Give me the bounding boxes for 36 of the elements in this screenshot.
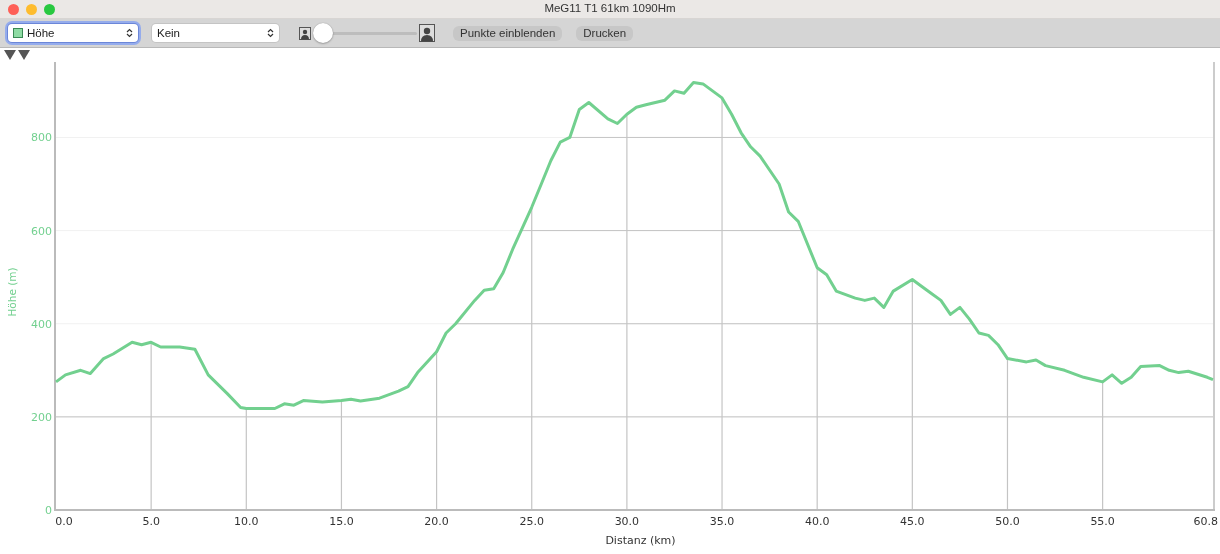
x-tick-label: 40.0	[804, 515, 830, 528]
window-title: MeG11 T1 61km 1090Hm	[544, 2, 676, 14]
triangle-marker-icon[interactable]	[18, 50, 30, 60]
x-tick-label: 35.0	[709, 515, 735, 528]
x-tick-label: 60.8	[1193, 515, 1218, 528]
person-small-icon[interactable]	[299, 26, 311, 40]
zoom-button[interactable]	[44, 3, 55, 15]
chevron-icon	[267, 28, 274, 38]
x-tick-label: 30.0	[614, 515, 640, 528]
x-tick-label: 45.0	[900, 515, 925, 528]
x-tick-label: 20.0	[424, 515, 449, 528]
y-tick-label: 800	[31, 131, 52, 145]
y-tick-label: 200	[31, 410, 52, 424]
person-large-icon[interactable]	[419, 24, 435, 42]
slider-track[interactable]	[313, 23, 417, 43]
chevron-icon	[126, 28, 133, 38]
dropdown[interactable]: Kein	[152, 24, 279, 42]
triangle-marker-icon[interactable]	[4, 50, 16, 60]
print-button[interactable]: Drucken	[576, 25, 634, 41]
y-axis-title: Höhe (m)	[6, 267, 18, 317]
x-tick-label: 55.0	[1090, 515, 1115, 528]
x-tick-label: 0.0	[55, 515, 73, 528]
y-tick-label: 0	[45, 504, 52, 517]
x-tick-label: 5.0	[142, 515, 160, 528]
slider-thumb[interactable]	[313, 23, 333, 43]
dropdown[interactable]: Höhe	[8, 24, 138, 42]
x-tick-label: 15.0	[329, 515, 354, 528]
minimize-button[interactable]	[26, 3, 37, 15]
show-points-button[interactable]: Punkte einblenden	[453, 25, 563, 41]
x-tick-label: 50.0	[995, 515, 1020, 528]
x-tick-label: 10.0	[234, 515, 259, 528]
y-tick-label: 600	[31, 224, 52, 238]
x-tick-label: 25.0	[519, 515, 544, 528]
close-button[interactable]	[8, 3, 19, 15]
x-axis-title: Distanz (km)	[605, 534, 676, 547]
y-tick-label: 400	[31, 317, 52, 331]
